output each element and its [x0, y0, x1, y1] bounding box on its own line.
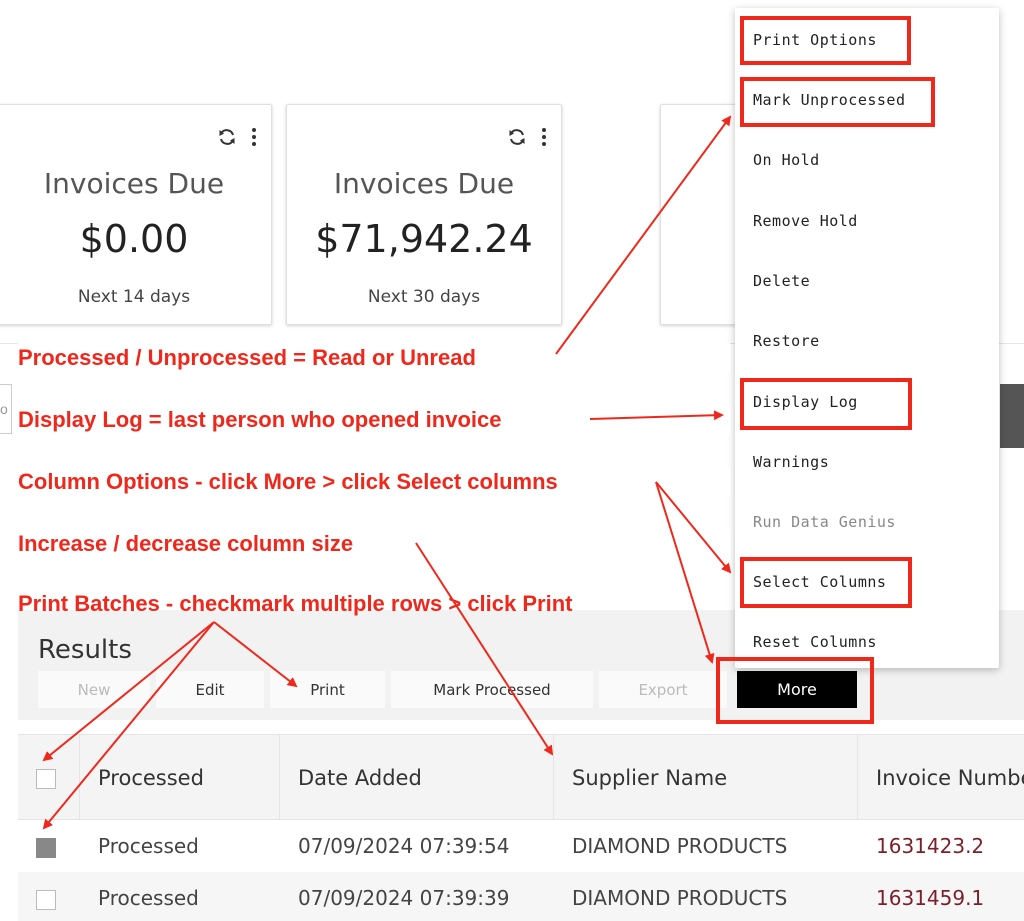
annotation-column-options: Column Options - click More > click Sele…	[18, 467, 730, 497]
menu-item-warnings[interactable]: Warnings	[753, 447, 829, 477]
card-actions	[217, 127, 257, 147]
print-button[interactable]: Print	[270, 671, 385, 708]
search-input-edge[interactable]: o	[0, 384, 12, 434]
cell-processed: Processed	[98, 886, 199, 910]
highlight-print-options	[740, 16, 911, 65]
mark-processed-button[interactable]: Mark Processed	[391, 671, 593, 708]
cell-processed: Processed	[98, 834, 199, 858]
card-title: Invoices Due	[43, 167, 225, 200]
card-value: $0.00	[79, 217, 189, 261]
cell-invoice-link[interactable]: 1631423.2	[876, 820, 984, 872]
column-header-processed[interactable]: Processed	[80, 735, 280, 821]
edit-button[interactable]: Edit	[156, 671, 264, 708]
refresh-icon[interactable]	[217, 127, 237, 147]
refresh-icon[interactable]	[507, 127, 527, 147]
cell-date-added: 07/09/2024 07:39:54	[298, 834, 510, 858]
table-row[interactable]: Processed 07/09/2024 07:39:54 DIAMOND PR…	[18, 820, 1024, 872]
annotation-processed: Processed / Unprocessed = Read or Unread	[18, 343, 730, 373]
cell-supplier: DIAMOND PRODUCTS	[572, 886, 788, 910]
new-button[interactable]: New	[38, 671, 150, 708]
highlight-mark-unprocessed	[740, 77, 935, 127]
select-all-checkbox[interactable]	[36, 769, 56, 789]
highlight-display-log	[740, 378, 912, 430]
invoices-due-card-30: Invoices Due $71,942.24 Next 30 days	[286, 104, 562, 325]
card-title: Invoices Due	[333, 167, 515, 200]
card-subtitle: Next 30 days	[367, 287, 481, 307]
menu-item-run-data-genius[interactable]: Run Data Genius	[753, 507, 896, 537]
card-value: $71,942.24	[315, 217, 533, 261]
cell-invoice-link[interactable]: 1631459.1	[876, 872, 984, 921]
column-header-invoice-number[interactable]: Invoice Number	[858, 735, 1024, 821]
column-header-supplier-name[interactable]: Supplier Name	[554, 735, 858, 821]
invoices-due-card-14: Invoices Due $0.00 Next 14 days	[0, 104, 272, 325]
row-checkbox[interactable]	[36, 838, 56, 858]
select-all-column	[18, 735, 80, 821]
menu-item-remove-hold[interactable]: Remove Hold	[753, 206, 858, 236]
search-button-edge[interactable]	[1000, 384, 1024, 448]
results-title: Results	[38, 635, 132, 665]
cell-date-added: 07/09/2024 07:39:39	[298, 886, 510, 910]
menu-item-reset-columns[interactable]: Reset Columns	[753, 627, 877, 657]
row-checkbox[interactable]	[36, 890, 56, 910]
annotation-column-size: Increase / decrease column size	[18, 529, 730, 559]
column-header-date-added[interactable]: Date Added	[280, 735, 554, 821]
menu-item-delete[interactable]: Delete	[753, 266, 810, 296]
card-actions	[507, 127, 547, 147]
menu-item-restore[interactable]: Restore	[753, 326, 820, 356]
export-button[interactable]: Export	[599, 671, 727, 708]
table-header: Processed Date Added Supplier Name Invoi…	[18, 734, 1024, 821]
more-vertical-icon[interactable]	[541, 127, 547, 147]
more-vertical-icon[interactable]	[251, 127, 257, 147]
annotation-print-batches: Print Batches - checkmark multiple rows …	[18, 591, 573, 616]
highlight-select-columns	[740, 557, 912, 608]
menu-item-on-hold[interactable]: On Hold	[753, 145, 820, 175]
cell-supplier: DIAMOND PRODUCTS	[572, 834, 788, 858]
card-subtitle: Next 14 days	[77, 287, 191, 307]
table-row[interactable]: Processed 07/09/2024 07:39:39 DIAMOND PR…	[18, 872, 1024, 921]
highlight-more-button	[716, 657, 874, 724]
annotation-display-log: Display Log = last person who opened inv…	[18, 405, 730, 435]
